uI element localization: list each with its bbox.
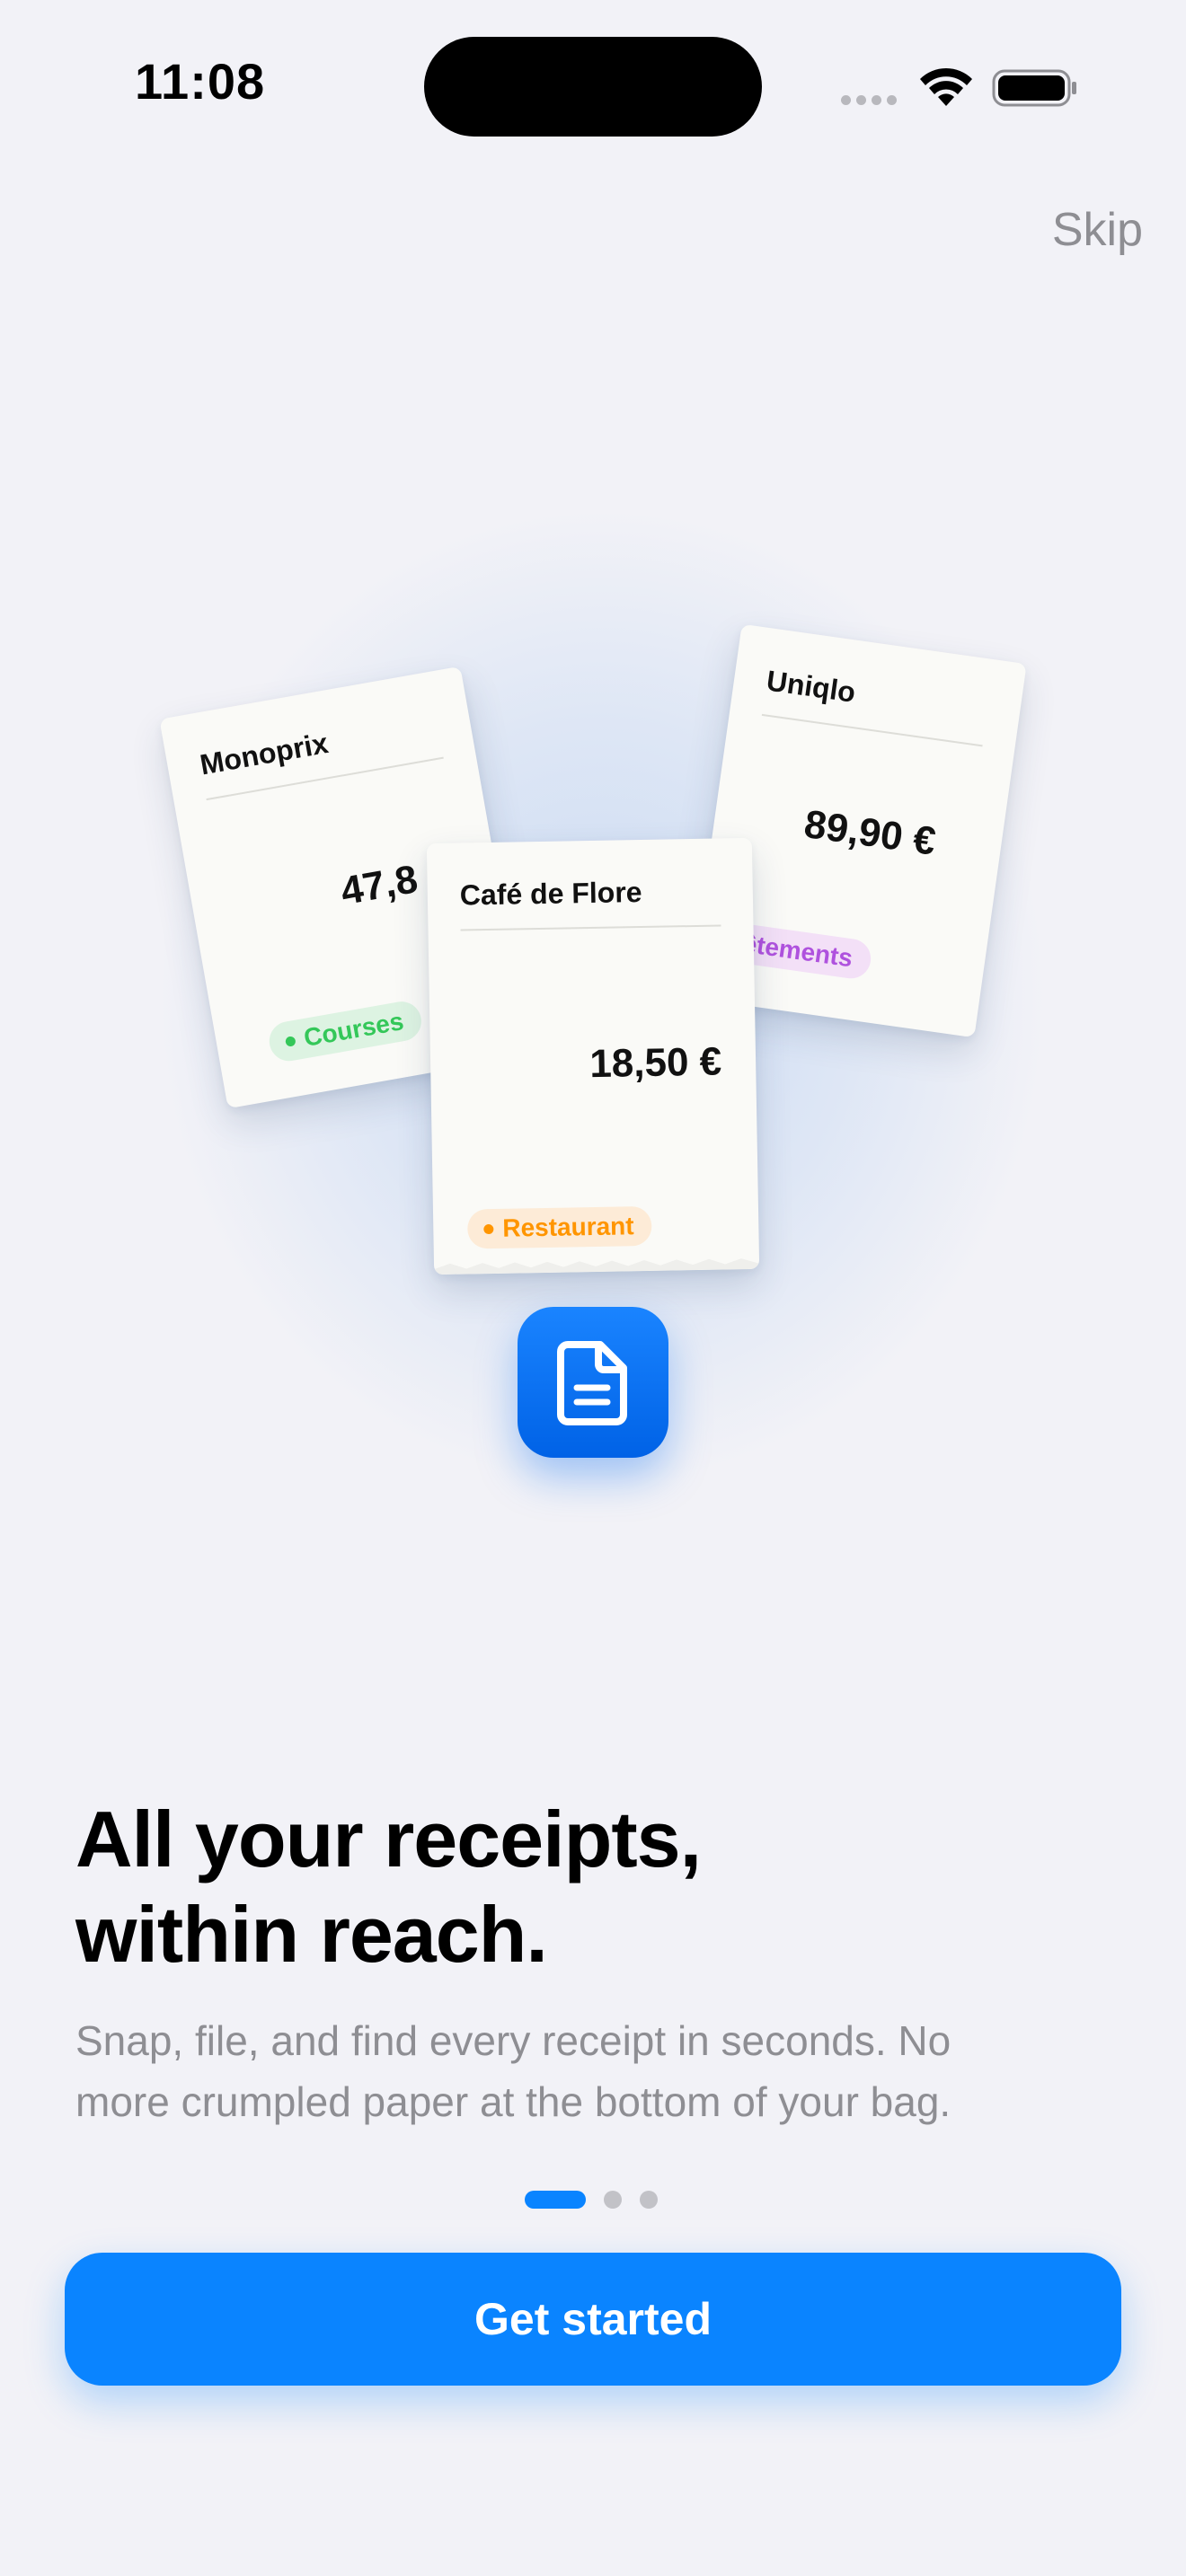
- page-dot-2[interactable]: [604, 2191, 622, 2209]
- receipt-amount: 47,8: [337, 857, 421, 914]
- subtitle-line-2: more crumpled paper at the bottom of you…: [75, 2078, 951, 2125]
- page-dot-1[interactable]: [525, 2191, 586, 2209]
- document-icon: [518, 1307, 668, 1458]
- dynamic-island: [424, 37, 762, 137]
- page-indicator[interactable]: [525, 2191, 658, 2209]
- skip-button[interactable]: Skip: [1052, 203, 1143, 257]
- onboarding-headline: All your receipts, within reach.: [75, 1792, 1109, 1982]
- category-tag: Courses: [266, 998, 425, 1064]
- category-dot: [483, 1223, 494, 1234]
- page-dot-3[interactable]: [640, 2191, 658, 2209]
- category-label: Courses: [301, 1007, 406, 1053]
- cellular-signal-icon: [841, 95, 897, 105]
- receipt-merchant: Café de Flore: [459, 876, 642, 912]
- get-started-button[interactable]: Get started: [65, 2253, 1121, 2386]
- headline-line-1: All your receipts,: [75, 1795, 702, 1883]
- receipt-amount: 18,50 €: [589, 1039, 722, 1087]
- headline-line-2: within reach.: [75, 1890, 548, 1979]
- category-dot: [284, 1035, 296, 1047]
- battery-icon: [992, 69, 1076, 107]
- category-tag: Restaurant: [466, 1205, 652, 1249]
- receipt-card-cafe-de-flore: Café de Flore 18,50 € Restaurant: [426, 837, 760, 1275]
- status-time: 11:08: [135, 53, 266, 110]
- wifi-icon: [920, 67, 972, 106]
- receipt-merchant: Monoprix: [197, 727, 331, 781]
- subtitle-line-1: Snap, file, and find every receipt in se…: [75, 2017, 951, 2064]
- receipt-amount: 89,90 €: [801, 801, 939, 864]
- receipt-divider: [761, 713, 983, 747]
- receipt-divider: [460, 924, 721, 931]
- onboarding-screen: 11:08 Skip Monoprix 47,8 Courses Uniqlo …: [0, 0, 1186, 2576]
- category-label: Restaurant: [502, 1212, 634, 1242]
- receipt-merchant: Uniqlo: [764, 664, 858, 709]
- onboarding-subtitle: Snap, file, and find every receipt in se…: [75, 2010, 1118, 2132]
